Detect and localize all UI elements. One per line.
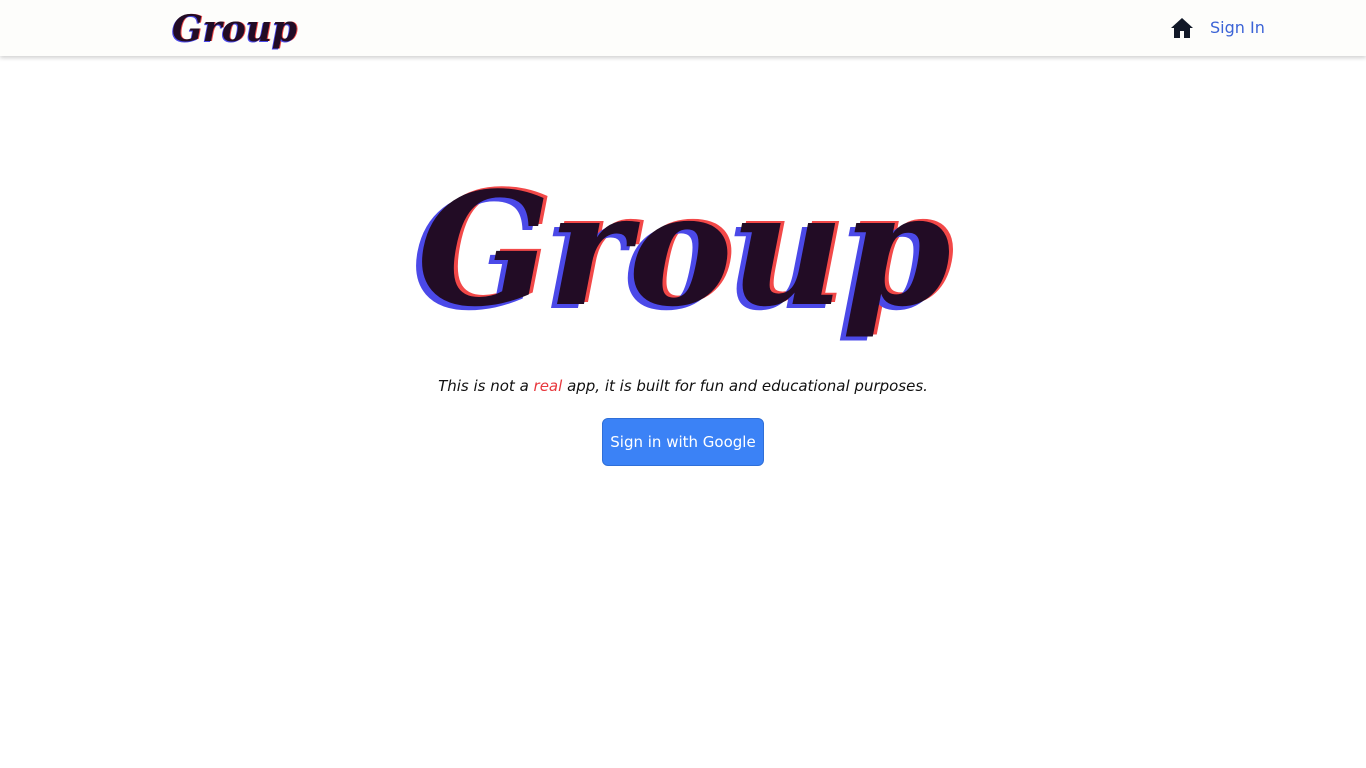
home-icon (1171, 18, 1193, 38)
hero-title: Group (417, 158, 951, 341)
brand-logo-link[interactable]: Group (172, 9, 297, 49)
sign-in-with-google-button[interactable]: Sign in with Google (602, 418, 764, 466)
tagline-text-end: app, it is built for fun and educational… (562, 377, 928, 395)
tagline: This is not a real app, it is built for … (0, 376, 1366, 396)
home-link[interactable] (1170, 17, 1194, 39)
nav-sign-in-link[interactable]: Sign In (1210, 18, 1265, 38)
tagline-accent-word: real (533, 377, 563, 395)
navbar: Group Sign In (0, 0, 1366, 56)
tagline-text-start: This is not a (438, 377, 534, 395)
